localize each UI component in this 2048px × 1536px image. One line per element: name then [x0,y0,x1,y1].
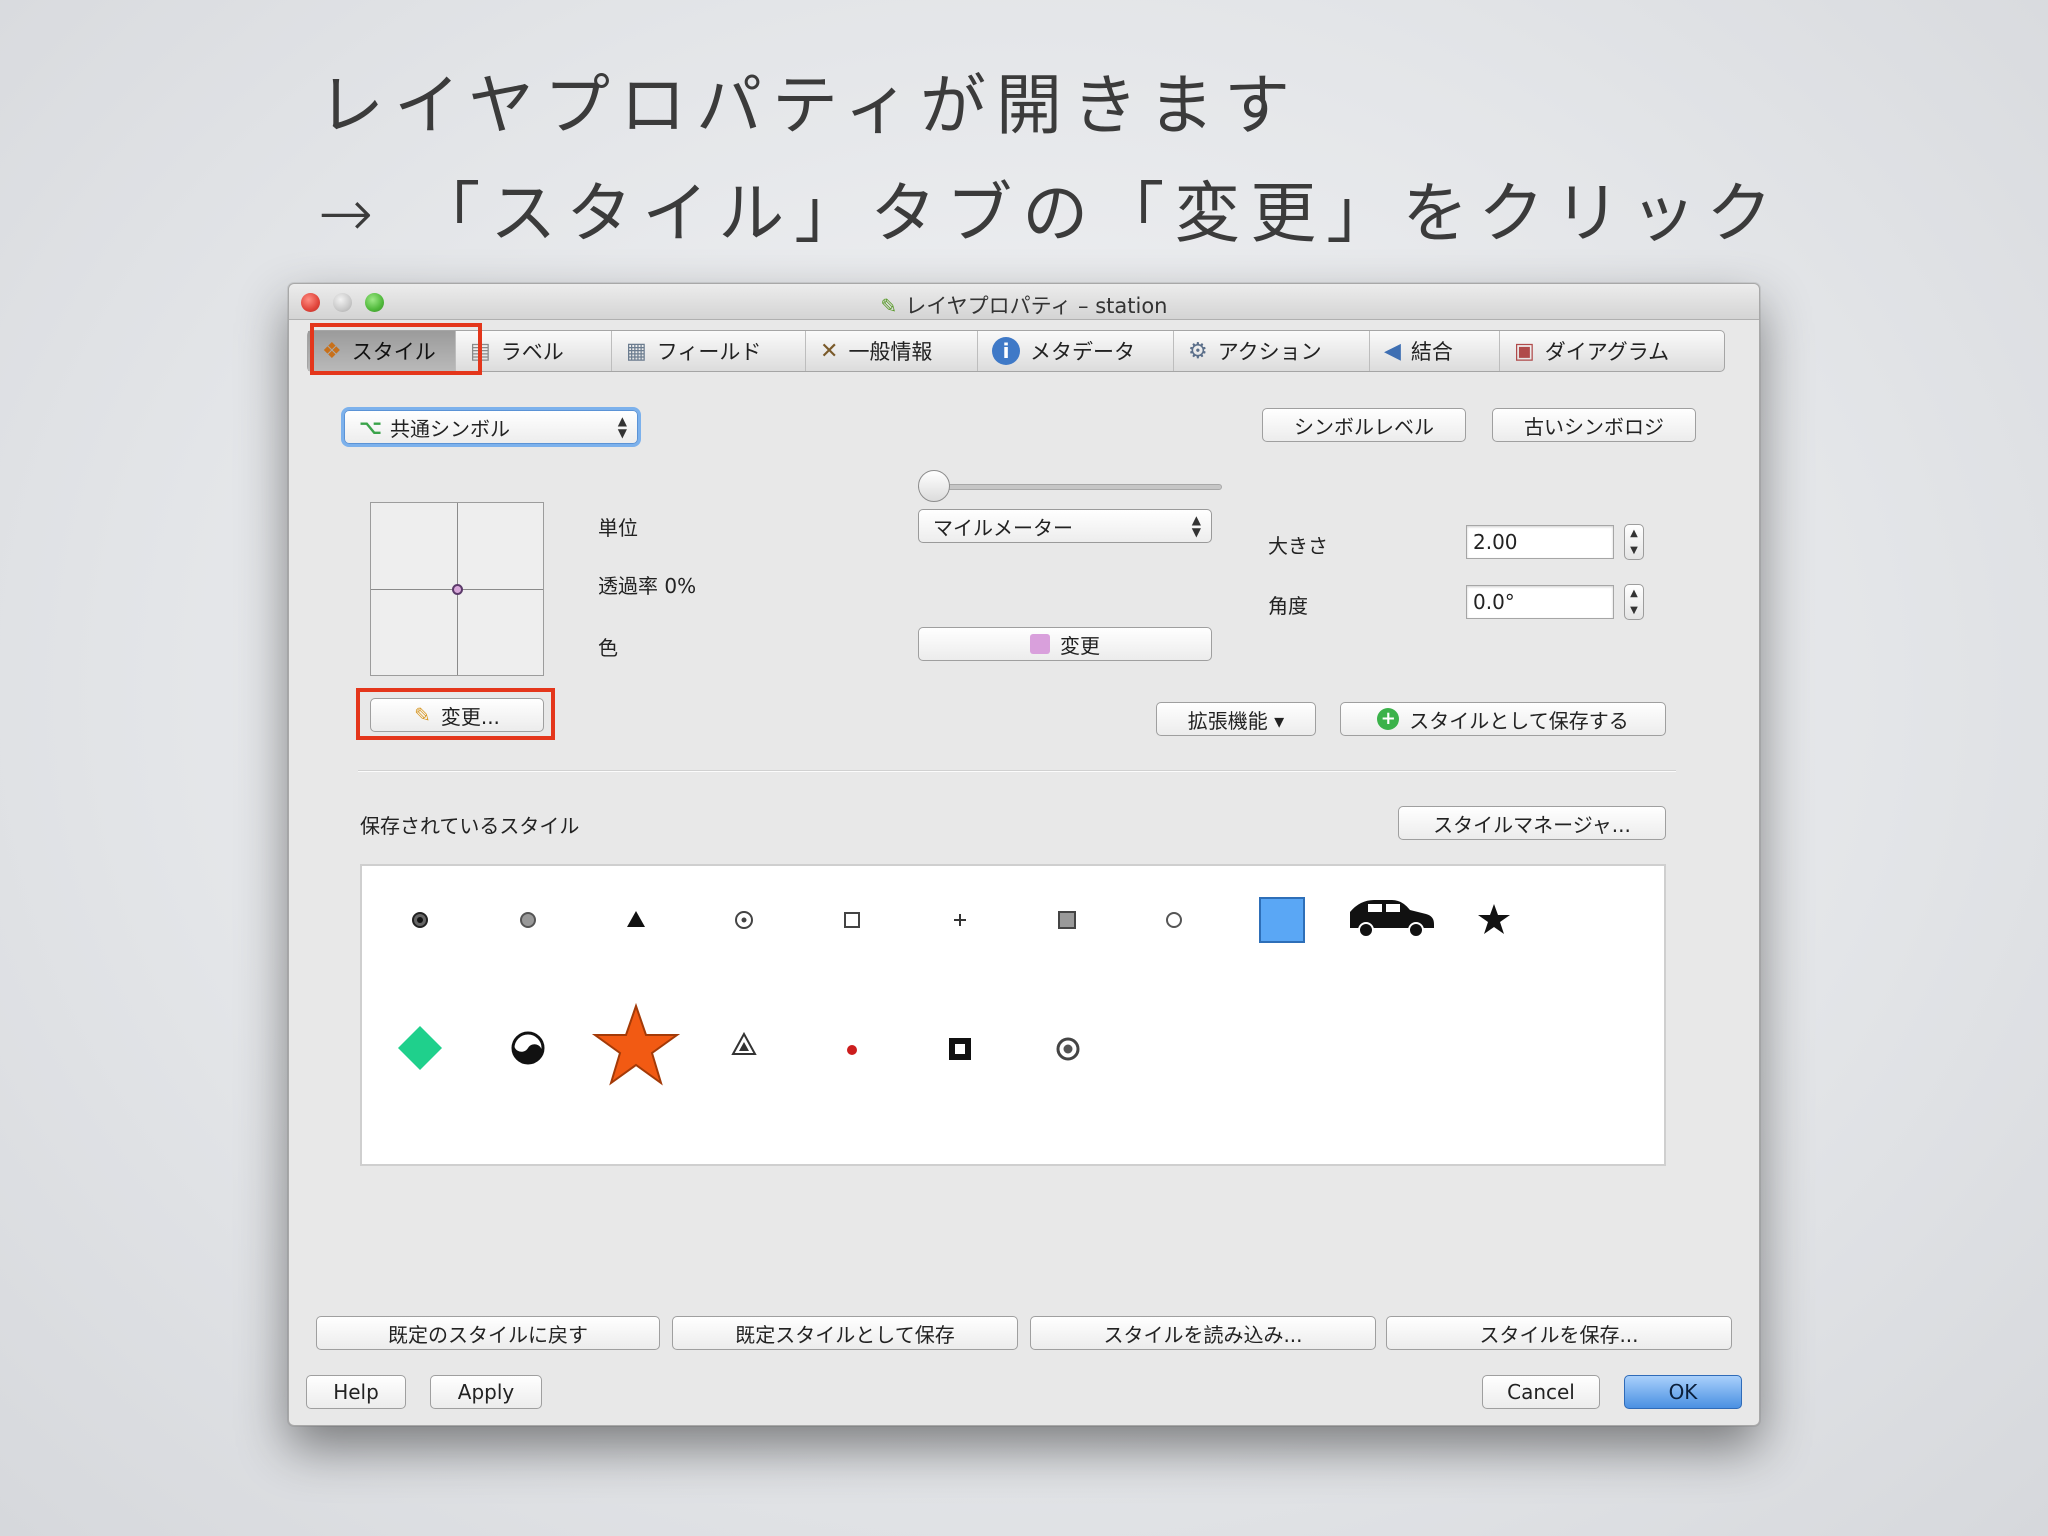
help-button[interactable]: Help [306,1375,406,1409]
gray-square-symbol[interactable] [1058,911,1076,929]
square-frame-symbol[interactable] [949,1038,971,1060]
symbol-levels-button[interactable]: シンボルレベル [1262,408,1466,442]
red-dot-symbol[interactable] [847,1045,857,1055]
change-symbol-button[interactable]: ✎ 変更... [370,698,544,732]
tab-actions-label: アクション [1217,340,1322,364]
transparency-label: 透過率 0% [598,574,697,598]
preview-point-symbol [452,584,463,595]
join-icon: ◀ [1384,338,1401,364]
load-style-button[interactable]: スタイルを読み込み... [1030,1316,1376,1350]
tab-style-label: スタイル [351,340,436,364]
gray-circle-symbol[interactable] [520,912,536,928]
tab-actions[interactable]: ⚙ アクション [1174,331,1370,371]
style-manager-button[interactable]: スタイルマネージャ... [1398,806,1666,840]
title-bar: ✎ レイヤプロパティ – station [289,284,1759,320]
car-symbol[interactable] [1350,900,1434,938]
table-icon: ▦ [626,338,647,364]
window-title-text: レイヤプロパティ – station [905,294,1168,318]
angle-input[interactable]: 0.0° [1466,585,1614,619]
restore-default-style-button[interactable]: 既定のスタイルに戻す [316,1316,660,1350]
diagram-icon: ▣ [1514,338,1535,364]
window-title: ✎ レイヤプロパティ – station [289,290,1759,320]
gears-icon: ⚙ [1188,338,1208,364]
layer-properties-window: ✎ レイヤプロパティ – station ❖ スタイル ▤ ラベル ▦ フィールド… [288,283,1760,1426]
save-as-style-button[interactable]: + スタイルとして保存する [1340,702,1666,736]
old-symbology-button[interactable]: 古いシンボロジ [1492,408,1696,442]
triangle-symbol[interactable] [627,911,645,927]
section-separator [358,770,1676,772]
size-label: 大きさ [1268,534,1328,558]
slide-heading-line-1: レイヤプロパティが開きます [318,67,1301,144]
tab-fields[interactable]: ▦ フィールド [612,331,806,371]
brush-icon: ✎ [414,703,431,727]
size-stepper[interactable]: ▲ ▼ [1624,524,1644,560]
color-change-button-label: 変更 [1060,633,1100,658]
transparency-slider-track[interactable] [918,484,1222,490]
size-input[interactable]: 2.00 [1466,525,1614,559]
advanced-button[interactable]: 拡張機能 ▾ [1156,702,1316,736]
qgis-icon: ✎ [880,294,898,318]
tab-metadata-label: メタデータ [1030,340,1135,364]
yin-yang-symbol[interactable] [508,1031,545,1068]
style-icon: ❖ [322,338,342,364]
dot-circle-symbol[interactable] [412,912,428,928]
angle-label: 角度 [1268,594,1308,618]
tab-joins[interactable]: ◀ 結合 [1370,331,1500,371]
ring-symbol[interactable] [1056,1037,1080,1061]
select-arrows-icon: ▲ ▼ [617,414,627,440]
slide-heading-line-2: → 「スタイル」タブの「変更」をクリック [318,175,1783,252]
select-arrows-icon: ▲ ▼ [1191,513,1201,539]
renderer-select-value: 共通シンボル [390,416,511,441]
add-icon: + [1377,708,1400,730]
unit-select-value: マイルメーター [933,515,1073,540]
label-icon: ▤ [470,338,491,364]
blue-square-symbol[interactable] [1259,897,1305,943]
saved-styles-label: 保存されているスタイル [360,814,580,838]
unit-label: 単位 [598,516,638,540]
change-symbol-button-label: 変更... [440,704,500,729]
cancel-button[interactable]: Cancel [1482,1375,1600,1409]
tab-label-label: ラベル [500,340,564,364]
orange-star-symbol[interactable] [591,1002,681,1086]
symbol-preview [370,502,544,676]
ok-button[interactable]: OK [1624,1375,1742,1409]
target-symbol[interactable] [735,911,753,929]
renderer-select[interactable]: ⌥ 共通シンボル ▲ ▼ [344,410,638,444]
square-outline-symbol[interactable] [844,912,860,928]
star-symbol[interactable] [1478,904,1510,934]
tools-icon: ✕ [820,338,839,364]
tab-style[interactable]: ❖ スタイル [308,331,456,371]
tab-general-label: 一般情報 [848,340,933,364]
save-style-button[interactable]: スタイルを保存... [1386,1316,1732,1350]
tab-label[interactable]: ▤ ラベル [456,331,612,371]
renderer-icon: ⌥ [359,415,383,439]
triangle-outline-symbol[interactable] [731,1031,757,1055]
tab-fields-label: フィールド [656,340,762,364]
color-label: 色 [598,636,618,660]
angle-stepper[interactable]: ▲ ▼ [1624,584,1644,620]
unit-select[interactable]: マイルメーター ▲ ▼ [918,509,1212,543]
tab-diagram[interactable]: ▣ ダイアグラム [1500,331,1708,371]
circle-outline-symbol[interactable] [1166,912,1182,928]
tab-bar: ❖ スタイル ▤ ラベル ▦ フィールド ✕ 一般情報 i メタデータ ⚙ アク… [307,330,1725,372]
saved-styles-gallery [360,864,1666,1166]
save-as-style-button-label: スタイルとして保存する [1409,708,1629,733]
transparency-slider-knob[interactable] [918,470,950,502]
tab-general[interactable]: ✕ 一般情報 [806,331,978,371]
save-default-style-button[interactable]: 既定スタイルとして保存 [672,1316,1018,1350]
cross-symbol[interactable] [954,914,966,926]
tab-metadata[interactable]: i メタデータ [978,331,1174,371]
color-change-button[interactable]: 変更 [918,627,1212,661]
apply-button[interactable]: Apply [430,1375,542,1409]
tab-joins-label: 結合 [1410,340,1453,364]
color-swatch [1030,634,1050,654]
green-diamond-symbol[interactable] [398,1026,442,1070]
info-icon: i [992,337,1020,365]
tab-diagram-label: ダイアグラム [1544,340,1670,364]
